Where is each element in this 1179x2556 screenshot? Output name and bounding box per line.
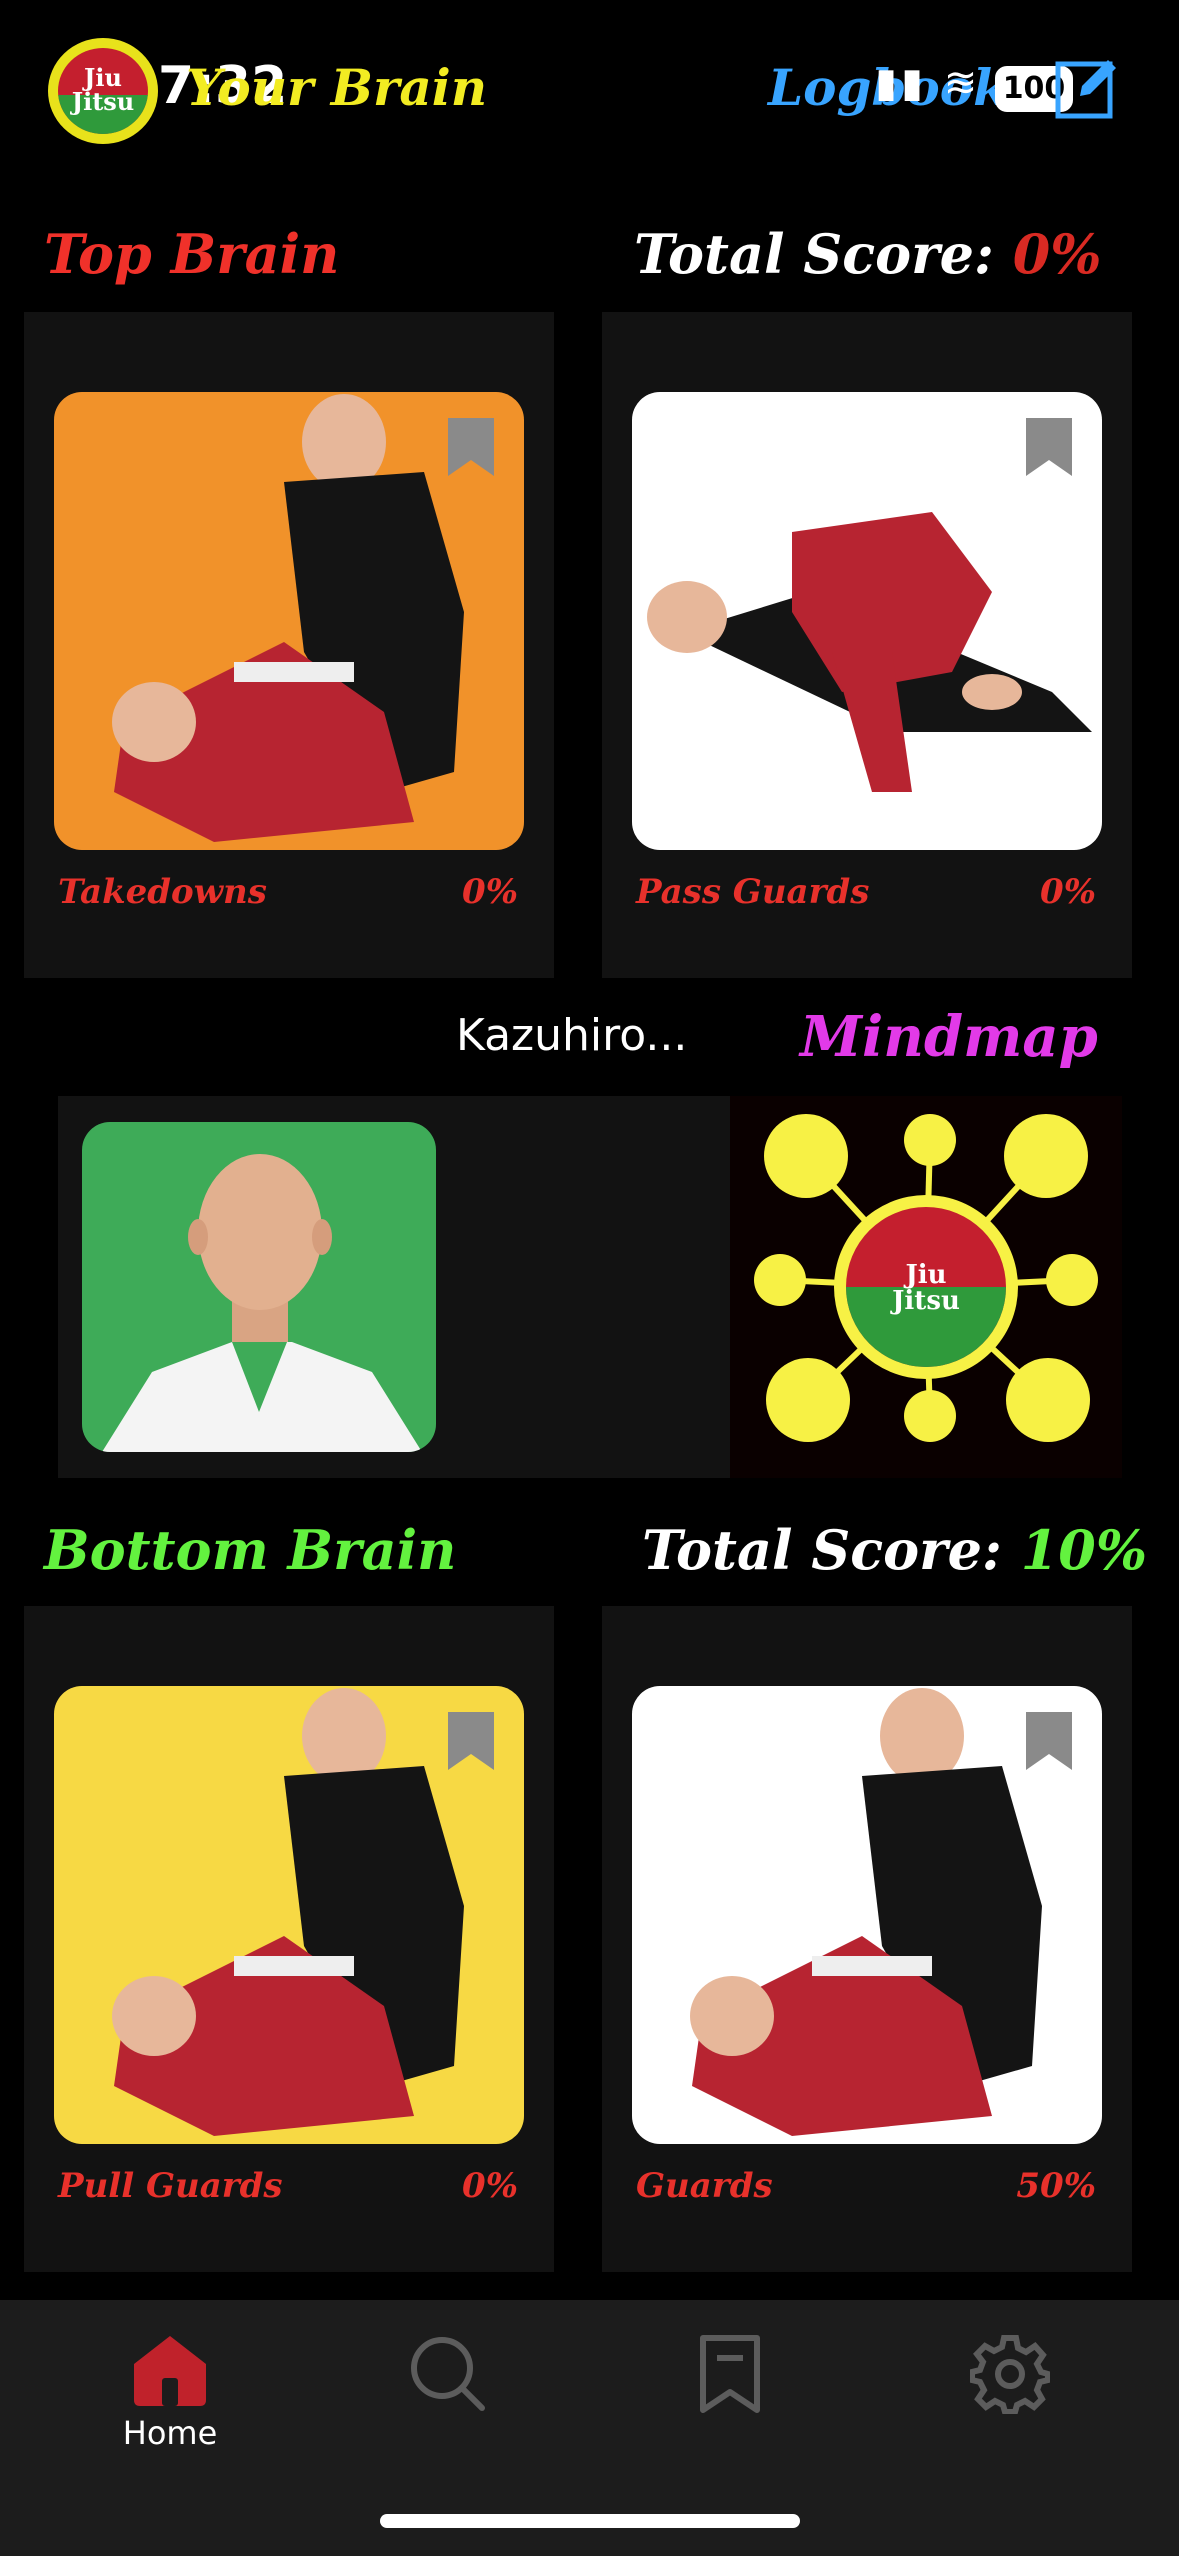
tab-home[interactable]: Home <box>90 2334 250 2474</box>
top-score-value: 0% <box>1012 222 1102 286</box>
card-photo <box>632 1686 1102 2144</box>
card-photo <box>54 1686 524 2144</box>
card-label: Takedowns <box>58 872 267 912</box>
card-label: Pass Guards <box>636 872 870 912</box>
card-photo <box>54 392 524 850</box>
card-percent: 50% <box>1016 2166 1096 2206</box>
card-guards[interactable]: Guards 50% <box>602 1606 1132 2272</box>
mindmap-graphic[interactable]: Jiu Jitsu <box>730 1096 1122 1478</box>
bookmark-icon[interactable] <box>1026 418 1072 476</box>
bookmark-icon[interactable] <box>1026 1712 1072 1770</box>
bottom-score-label: Total Score: <box>642 1518 1002 1582</box>
tab-bookmarks[interactable] <box>650 2334 810 2474</box>
gear-icon <box>970 2335 1050 2414</box>
top-total-score: Total Score: 0% <box>634 222 1102 286</box>
home-indicator <box>380 2514 800 2528</box>
card-label: Guards <box>636 2166 773 2206</box>
card-percent: 0% <box>462 872 518 912</box>
search-icon <box>411 2337 485 2411</box>
card-pull-guards[interactable]: Pull Guards 0% <box>24 1606 554 2272</box>
page-title: Your Brain <box>186 58 488 117</box>
status-signal-wifi-icon: ▮▮ ≋ <box>875 60 982 106</box>
tab-home-label: Home <box>122 2414 218 2452</box>
profile-name[interactable]: Kazuhiro... <box>456 1010 687 1061</box>
bookmark-icon[interactable] <box>448 1712 494 1770</box>
card-photo <box>632 392 1102 850</box>
profile-photo[interactable] <box>82 1122 436 1452</box>
tab-search[interactable] <box>368 2334 528 2474</box>
edit-icon[interactable] <box>1052 50 1124 122</box>
card-takedowns[interactable]: Takedowns 0% <box>24 312 554 978</box>
bottom-total-score: Total Score: 10% <box>642 1518 1147 1582</box>
mindmap-label[interactable]: Mindmap <box>800 1004 1098 1070</box>
bookmark-tab-icon <box>700 2335 760 2413</box>
card-label: Pull Guards <box>58 2166 283 2206</box>
home-icon <box>134 2336 206 2406</box>
tab-settings[interactable] <box>930 2334 1090 2474</box>
top-brain-title: Top Brain <box>44 222 340 286</box>
app-logo: Jiu Jitsu <box>48 38 158 144</box>
bottom-score-value: 10% <box>1020 1518 1148 1582</box>
avatar <box>102 1154 422 1452</box>
card-percent: 0% <box>462 2166 518 2206</box>
mindmap-center-text: Jiu Jitsu <box>892 1260 960 1316</box>
top-score-label: Total Score: <box>634 222 994 286</box>
bottom-brain-title: Bottom Brain <box>44 1518 457 1582</box>
card-percent: 0% <box>1040 872 1096 912</box>
bookmark-icon[interactable] <box>448 418 494 476</box>
card-pass-guards[interactable]: Pass Guards 0% <box>602 312 1132 978</box>
logo-text: Jiu Jitsu <box>71 63 135 116</box>
